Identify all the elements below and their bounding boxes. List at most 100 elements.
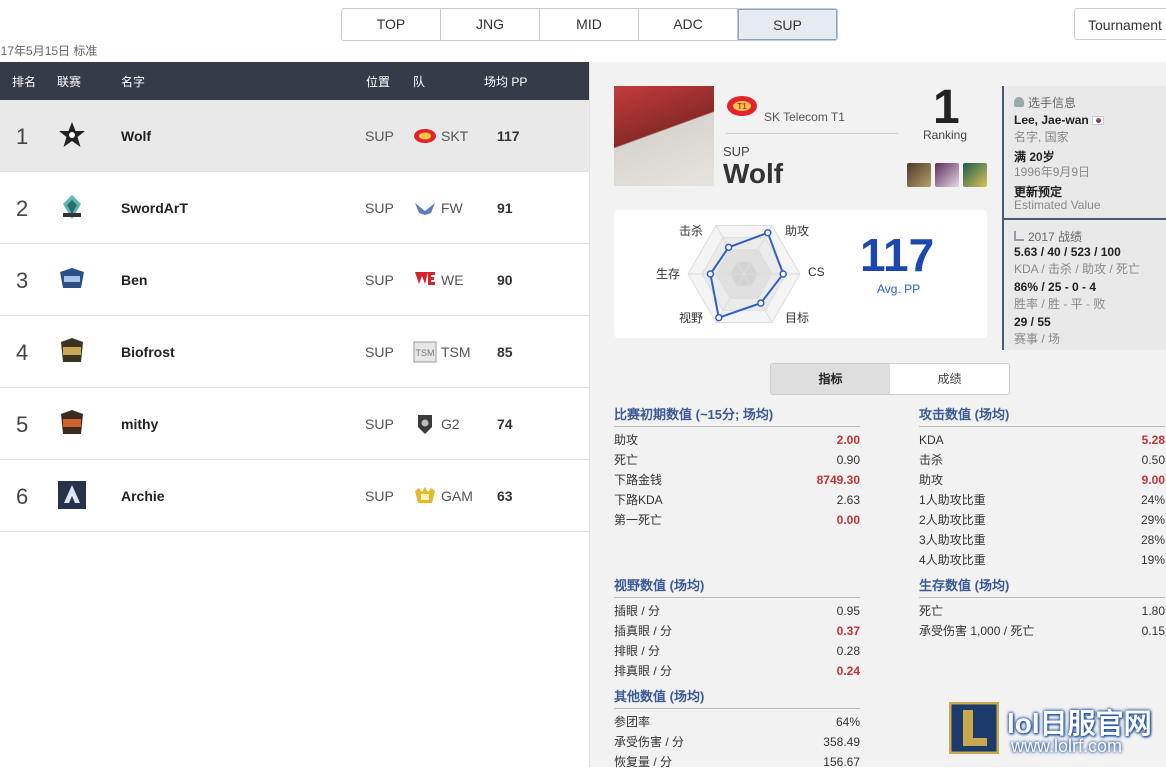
stat-row: 承受伤害 1,000 / 死亡 0.15 (919, 621, 1165, 641)
estimated-value-sub: Estimated Value (1014, 198, 1101, 212)
real-name-sub: 名字, 国家 (1014, 130, 1069, 144)
player-pp: 90 (497, 272, 513, 288)
stat-label: 承受伤害 / 分 (614, 735, 685, 749)
lol-league-icon (61, 410, 83, 434)
season-games: 29 / 55 (1014, 315, 1051, 329)
header-team[interactable]: 队 (413, 73, 425, 90)
header-league[interactable]: 联赛 (57, 73, 81, 90)
stat-row: 助攻 9.00 (919, 470, 1165, 490)
stat-row: 下路KDA 2.63 (614, 490, 860, 510)
table-header: 排名 联赛 名字 位置 队 场均 PP (0, 62, 589, 100)
table-row[interactable]: 6 Archie SUP GAM 63 (0, 460, 589, 532)
player-photo (614, 86, 714, 186)
table-row[interactable]: 1 Wolf SUP SKT 117 (0, 100, 589, 172)
stat-row: 死亡 1.80 (919, 601, 1165, 621)
player-position: SUP (365, 344, 394, 360)
tab-metrics[interactable]: 指标 (771, 364, 890, 394)
player-pp: 117 (497, 128, 520, 144)
radar-point (706, 270, 715, 278)
radar-label-objectives: 目标 (785, 311, 810, 325)
player-name[interactable]: Archie (121, 488, 165, 504)
stat-value: 29% (1140, 513, 1165, 527)
tab-top[interactable]: TOP (342, 9, 441, 40)
season-games-sub: 赛事 / 场 (1014, 332, 1061, 346)
tournament-select[interactable]: Tournament (1074, 8, 1166, 40)
stat-row: 2人助攻比重 29% (919, 510, 1165, 530)
tab-results[interactable]: 成绩 (890, 364, 1009, 394)
stat-label: 参团率 (614, 715, 651, 729)
tab-sup[interactable]: SUP (738, 9, 837, 40)
stat-value: 358.49 (823, 735, 860, 749)
stat-value: 0.00 (836, 513, 860, 527)
stat-row: 参团率 64% (614, 712, 860, 732)
stat-value: 28% (1140, 533, 1165, 547)
stat-value: 156.67 (823, 755, 860, 769)
player-name[interactable]: Biofrost (121, 344, 175, 360)
stat-value: 0.90 (836, 453, 860, 467)
masters-league-icon (63, 195, 81, 219)
rank-number: 4 (16, 340, 29, 365)
stat-value: 9.00 (1141, 473, 1165, 487)
season-kda: 5.63 / 40 / 523 / 100 (1014, 245, 1121, 259)
season-kda-sub: KDA / 击杀 / 助攻 / 死亡 (1014, 262, 1141, 276)
early-game-section: 比赛初期数值 (~15分; 场均) 助攻 2.00 死亡 0.90 下路金钱 8749.3… (614, 404, 860, 530)
season-title: 2017 战绩 (1028, 230, 1083, 244)
team-name: SKT (441, 128, 469, 144)
fw-logo-icon (415, 203, 435, 215)
season-record: 86% / 25 - 0 - 4 (1014, 280, 1097, 294)
stat-value: 64% (835, 715, 860, 729)
top-bar: TOP JNG MID ADC SUP Tournament 017年5月15日… (0, 0, 1166, 62)
star-league-icon (59, 122, 85, 147)
champion-2-icon (935, 163, 959, 187)
team-name: GAM (441, 488, 473, 504)
tab-adc[interactable]: ADC (639, 9, 738, 40)
player-info-box: 选手信息 Lee, Jae-wan 名字, 国家 满 20岁 1996年9月9日… (1002, 86, 1166, 350)
stats-icon (1014, 231, 1024, 241)
tab-mid[interactable]: MID (540, 9, 639, 40)
table-row[interactable]: 2 SwordArT SUP FW 91 (0, 172, 589, 244)
player-pp: 91 (497, 200, 513, 216)
stat-row: 3人助攻比重 28% (919, 530, 1165, 550)
table-row[interactable]: 4 Biofrost SUP TSM TSM 85 (0, 316, 589, 388)
player-name[interactable]: mithy (121, 416, 158, 432)
player-position: SUP (723, 144, 750, 159)
stat-row: 排真眼 / 分 0.24 (614, 661, 860, 681)
season-record-sub: 胜率 / 胜 - 平 - 败 (1014, 297, 1106, 311)
player-name[interactable]: SwordArT (121, 200, 188, 216)
player-name[interactable]: Wolf (121, 128, 151, 144)
watermark: lol日服官网 www.lolrf.com (949, 700, 1166, 767)
team-name: TSM (441, 344, 471, 360)
real-name: Lee, Jae-wan (1014, 113, 1105, 127)
stat-value: 8749.30 (816, 473, 860, 487)
tab-jng[interactable]: JNG (441, 9, 540, 40)
tsm-logo-icon: TSM (413, 341, 437, 363)
header-rank[interactable]: 排名 (12, 73, 36, 90)
player-name[interactable]: Ben (121, 272, 147, 288)
stat-label: 下路KDA (614, 493, 663, 507)
stat-label: 插真眼 / 分 (614, 624, 673, 638)
team-name: WE (441, 272, 464, 288)
stat-value: 2.00 (836, 433, 860, 447)
stat-row: KDA 5.28 (919, 430, 1165, 450)
player-position: SUP (365, 128, 394, 144)
we-logo-icon (415, 272, 435, 285)
rank-number: 6 (16, 484, 29, 509)
header-position[interactable]: 位置 (366, 73, 390, 90)
birthday: 1996年9月9日 (1014, 165, 1091, 179)
stat-label: 4人助攻比重 (919, 553, 986, 567)
avg-pp-label: Avg. PP (877, 282, 921, 296)
stat-label: 2人助攻比重 (919, 513, 986, 527)
stat-label: 1人助攻比重 (919, 493, 986, 507)
stat-value: 1.80 (1141, 604, 1165, 618)
header-name[interactable]: 名字 (121, 73, 145, 90)
rank-number: 2 (16, 196, 29, 221)
stat-row: 4人助攻比重 19% (919, 550, 1165, 570)
radar-point (757, 299, 765, 307)
table-row[interactable]: 3 Ben SUP WE 90 (0, 244, 589, 316)
player-pp: 85 (497, 344, 513, 360)
rank-number: 1 (16, 124, 29, 149)
table-row[interactable]: 5 mithy SUP G2 74 (0, 388, 589, 460)
header-pp[interactable]: 场均 PP (484, 73, 527, 90)
view-toggle: 指标 成绩 (770, 363, 1010, 395)
svg-text:T1: T1 (737, 102, 747, 111)
